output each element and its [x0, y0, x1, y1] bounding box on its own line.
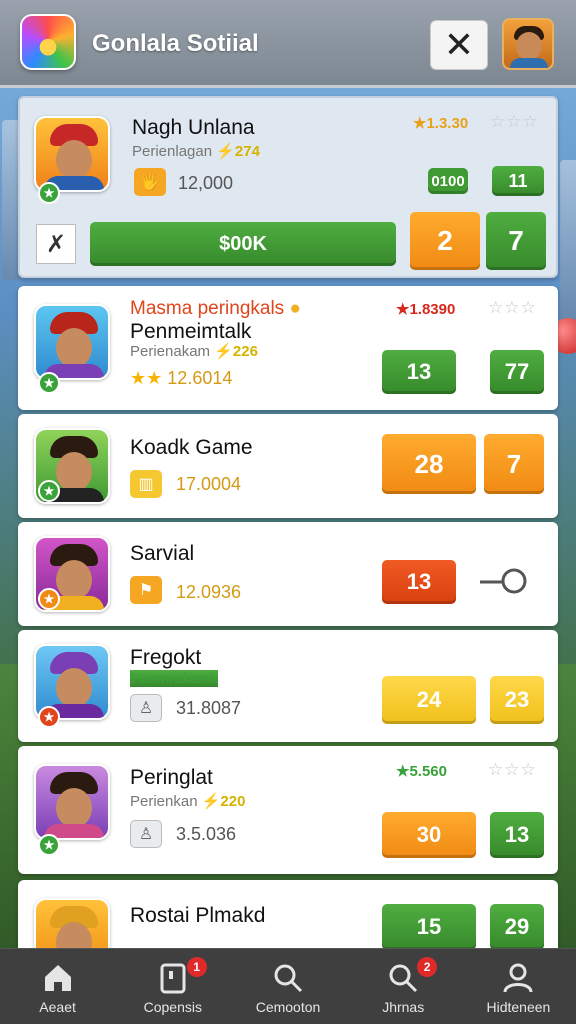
player-name: Fregokt: [130, 646, 202, 669]
value-pill: 0100: [428, 168, 468, 194]
player-score: 12,000: [178, 173, 234, 193]
player-rating: ★1.8390: [396, 301, 456, 318]
stat-pill-a[interactable]: 13: [382, 350, 456, 394]
stat-pill-b[interactable]: 29: [490, 904, 544, 950]
person-icon: ♙: [130, 820, 162, 848]
list-item[interactable]: ★ Koadk Game ▥ 17.0004 28 7: [18, 414, 558, 518]
player-name: Sarvial: [130, 542, 195, 565]
player-rating: ★5.560: [396, 763, 447, 780]
star-rating-icon: ☆☆☆: [488, 298, 537, 317]
featured-card[interactable]: ★ Nagh Unlana Perienlagan ⚡274 🖐 12,000 …: [18, 96, 558, 278]
player-name: Peringlat: [130, 766, 213, 789]
row-title: Masma peringkals ●: [130, 298, 301, 319]
key-icon[interactable]: [480, 566, 530, 596]
stat-pill-a[interactable]: 24: [382, 676, 476, 724]
notification-badge: 1: [186, 957, 207, 977]
player-subtitle: Perienakam ⚡226: [130, 343, 258, 360]
stat-pill-a[interactable]: 30: [382, 812, 476, 858]
tab-label: Jhrnas: [382, 999, 425, 1015]
action-button[interactable]: $00K: [90, 222, 396, 266]
tab-label: Aeaet: [39, 999, 76, 1015]
list-item[interactable]: ★ Peringlat Perienkan ⚡220 ♙ 3.5.036 ★5.…: [18, 746, 558, 874]
star-rating-icon: ☆☆☆: [488, 760, 537, 779]
app-logo-icon: [20, 14, 76, 70]
player-name: Rostai Plmakd: [130, 904, 266, 927]
hand-icon: 🖐: [134, 168, 166, 196]
chat-search-icon: [389, 964, 418, 993]
player-rating: ★1.3.30: [413, 115, 469, 132]
count-pill: 11: [492, 166, 544, 196]
search-icon: [274, 964, 303, 993]
profile-icon: [503, 963, 533, 993]
person-icon: ♙: [130, 694, 162, 722]
status-badge: ★: [38, 706, 60, 728]
scissors-icon: ✗: [45, 230, 67, 258]
player-avatar: [34, 304, 110, 380]
tab-label: Copensis: [143, 999, 202, 1015]
player-name: Nagh Unlana: [132, 116, 255, 139]
status-badge: ★: [38, 182, 60, 204]
app-title: Gonlala Sotiial: [92, 30, 259, 57]
notification-badge: 2: [417, 957, 438, 977]
stat-pill-b[interactable]: 13: [490, 812, 544, 858]
status-badge: ★: [38, 480, 60, 502]
list-item[interactable]: ★ Fregokt Penmrakamk ♙ 31.8087 24 23: [18, 630, 558, 742]
player-avatar: [34, 764, 110, 840]
status-badge: ★: [38, 372, 60, 394]
player-subtitle: Perienkan ⚡220: [130, 793, 246, 810]
tab-messages[interactable]: 2 Jhrnas: [346, 949, 461, 1024]
player-subtitle: Perienlagan ⚡274: [132, 143, 260, 160]
player-name: Penmeimtalk: [130, 320, 252, 343]
chart-icon: ▥: [130, 470, 162, 498]
star-rating-icon: ☆☆☆: [490, 112, 539, 131]
list-item[interactable]: ★ Masma peringkals ● Penmeimtalk Periena…: [18, 286, 558, 410]
tab-cards[interactable]: 1 Copensis: [115, 949, 230, 1024]
cards-icon: [160, 963, 186, 994]
expand-toggle[interactable]: ✗: [36, 224, 76, 264]
tab-label: Hidteneen: [486, 999, 551, 1015]
stat-pill-b[interactable]: 77: [490, 350, 544, 394]
tab-label: Cemooton: [255, 999, 321, 1015]
player-subtitle: Penmrakamk: [130, 670, 219, 687]
player-score: 31.8087: [176, 698, 242, 718]
tab-search[interactable]: Cemooton: [230, 949, 345, 1024]
group-icon: ⚑: [130, 576, 162, 604]
home-icon: [44, 965, 71, 991]
status-badge: ★: [38, 588, 60, 610]
green-button[interactable]: 7: [486, 212, 546, 270]
close-icon: ✕: [443, 24, 475, 65]
stat-pill-a[interactable]: 13: [382, 560, 456, 604]
player-avatar: [34, 116, 110, 192]
tab-profile[interactable]: Hidteneen: [461, 949, 576, 1024]
tab-home[interactable]: Aeaet: [0, 949, 115, 1024]
stat-pill-a[interactable]: 15: [382, 904, 476, 950]
list-item[interactable]: ★ Sarvial ⚑ 12.0936 13: [18, 522, 558, 626]
orange-button[interactable]: 2: [410, 212, 480, 270]
stat-pill-b[interactable]: 7: [484, 434, 544, 494]
stat-pill-a[interactable]: 28: [382, 434, 476, 494]
player-score: 17.0004: [176, 474, 242, 494]
status-badge: ★: [38, 834, 60, 856]
stat-pill-b[interactable]: 23: [490, 676, 544, 724]
app-header: Gonlala Sotiial ✕: [0, 0, 576, 88]
player-score: 3.5.036: [176, 824, 237, 844]
player-score: 12.0936: [176, 582, 242, 602]
player-name: Koadk Game: [130, 436, 253, 459]
player-score: ★★ 12.6014: [130, 368, 233, 388]
profile-avatar[interactable]: [502, 18, 554, 70]
close-button[interactable]: ✕: [430, 20, 488, 70]
bottom-tab-bar: Aeaet 1 Copensis Cemooton 2 Jhrnas Hidte…: [0, 948, 576, 1024]
